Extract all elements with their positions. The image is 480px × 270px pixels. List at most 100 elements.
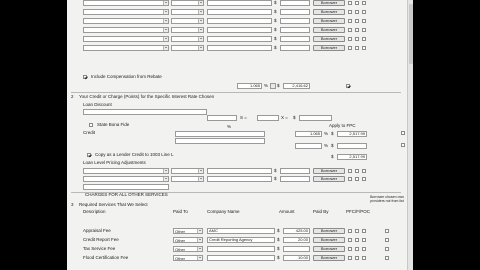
fee-description-select[interactable]	[83, 9, 169, 15]
credit-amount-field-2[interactable]	[337, 143, 367, 149]
adjustment-amount-field[interactable]	[280, 168, 310, 174]
adjustment-paid-by-button[interactable]: Borrower	[313, 176, 345, 182]
service-amount-field[interactable]: 20.00	[283, 237, 310, 243]
loan-discount-amount-field[interactable]	[299, 115, 332, 121]
f-checkbox[interactable]	[355, 28, 359, 32]
chevron-down-icon[interactable]	[163, 169, 168, 173]
pfc-checkbox[interactable]	[348, 10, 352, 14]
poc-checkbox[interactable]	[362, 46, 366, 50]
pfc-checkbox[interactable]	[348, 256, 352, 260]
pfc-checkbox[interactable]	[348, 28, 352, 32]
poc-checkbox[interactable]	[362, 247, 366, 251]
chevron-down-icon[interactable]	[163, 1, 168, 5]
rate-field[interactable]: 1.065	[237, 83, 262, 89]
paid-to-select[interactable]	[171, 45, 204, 51]
rate-amount-field[interactable]: 2,416.62	[283, 83, 310, 89]
service-company-field[interactable]: AMC	[207, 228, 275, 234]
chevron-down-icon[interactable]	[197, 229, 202, 233]
chevron-down-icon[interactable]	[163, 10, 168, 14]
vertical-scrollbar[interactable]	[407, 0, 413, 270]
amount-field[interactable]	[280, 9, 310, 15]
chevron-down-icon[interactable]	[163, 177, 168, 181]
service-amount-field[interactable]	[283, 246, 310, 252]
fee-description-select[interactable]	[83, 45, 169, 51]
credit-description-field[interactable]	[175, 131, 265, 137]
own-provider-checkbox[interactable]	[385, 256, 389, 260]
own-provider-checkbox[interactable]	[385, 238, 389, 242]
credit-apply-checkbox[interactable]	[401, 131, 405, 135]
fee-description-select[interactable]	[83, 27, 169, 33]
adjustment-paid-by-button[interactable]: Borrower	[313, 168, 345, 174]
chevron-down-icon[interactable]	[163, 19, 168, 23]
own-provider-checkbox[interactable]	[385, 247, 389, 251]
paid-to-select[interactable]	[171, 9, 204, 15]
chevron-down-icon[interactable]	[198, 19, 203, 23]
service-company-field[interactable]	[207, 246, 275, 252]
calculator-icon[interactable]	[270, 83, 276, 89]
loan-discount-value-field[interactable]	[257, 115, 279, 121]
adjustment-description-field[interactable]	[83, 184, 169, 190]
pfc-checkbox[interactable]	[348, 247, 352, 251]
credit-apply-checkbox-2[interactable]	[401, 143, 405, 147]
copy-lender-credit-checkbox[interactable]	[87, 153, 91, 157]
adjustment-description-select[interactable]	[83, 176, 169, 182]
credit-description-field-2[interactable]	[175, 138, 265, 144]
company-name-field[interactable]	[207, 18, 272, 24]
pfc-checkbox[interactable]	[348, 177, 352, 181]
f-checkbox[interactable]	[355, 10, 359, 14]
f-checkbox[interactable]	[355, 1, 359, 5]
chevron-down-icon[interactable]	[163, 46, 168, 50]
paid-to-select[interactable]	[171, 18, 204, 24]
poc-checkbox[interactable]	[362, 10, 366, 14]
service-paid-by-button[interactable]: Borrower	[313, 246, 345, 252]
paid-to-select[interactable]	[171, 0, 204, 6]
adjustment-paid-to-select[interactable]	[171, 168, 204, 174]
paid-by-button[interactable]: Borrower	[313, 27, 345, 33]
company-name-field[interactable]	[207, 0, 272, 6]
pfc-checkbox[interactable]	[348, 169, 352, 173]
lender-credit-amount-field[interactable]: 2,517.99	[337, 154, 367, 160]
fee-description-select[interactable]	[83, 0, 169, 6]
amount-field[interactable]	[280, 36, 310, 42]
paid-by-button[interactable]: Borrower	[313, 45, 345, 51]
service-company-field[interactable]: Credit Reporting Agency	[207, 237, 275, 243]
company-name-field[interactable]	[207, 36, 272, 42]
service-amount-field[interactable]: 425.00	[283, 228, 310, 234]
adjustment-paid-to-select[interactable]	[171, 176, 204, 182]
f-checkbox[interactable]	[355, 256, 359, 260]
poc-checkbox[interactable]	[362, 229, 366, 233]
company-name-field[interactable]	[207, 45, 272, 51]
f-checkbox[interactable]	[355, 169, 359, 173]
f-checkbox[interactable]	[355, 247, 359, 251]
service-paid-by-button[interactable]: Borrower	[313, 228, 345, 234]
f-checkbox[interactable]	[355, 37, 359, 41]
paid-by-button[interactable]: Borrower	[313, 0, 345, 6]
paid-by-button[interactable]: Borrower	[313, 18, 345, 24]
f-checkbox[interactable]	[355, 46, 359, 50]
chevron-down-icon[interactable]	[163, 37, 168, 41]
pfc-checkbox[interactable]	[348, 46, 352, 50]
poc-checkbox[interactable]	[362, 256, 366, 260]
chevron-down-icon[interactable]	[198, 177, 203, 181]
service-paid-by-button[interactable]: Borrower	[313, 237, 345, 243]
rate-apply-checkbox[interactable]	[346, 84, 350, 88]
paid-by-button[interactable]: Borrower	[313, 9, 345, 15]
pfc-checkbox[interactable]	[348, 229, 352, 233]
chevron-down-icon[interactable]	[198, 46, 203, 50]
scrollbar-thumb[interactable]	[409, 4, 413, 64]
include-rebate-checkbox[interactable]	[83, 75, 87, 79]
chevron-down-icon[interactable]	[197, 238, 202, 242]
fee-description-select[interactable]	[83, 36, 169, 42]
company-name-field[interactable]	[207, 9, 272, 15]
loan-discount-field[interactable]	[83, 109, 207, 115]
f-checkbox[interactable]	[355, 229, 359, 233]
pfc-checkbox[interactable]	[348, 238, 352, 242]
amount-field[interactable]	[280, 18, 310, 24]
amount-field[interactable]	[280, 27, 310, 33]
chevron-down-icon[interactable]	[198, 1, 203, 5]
fee-description-select[interactable]	[83, 18, 169, 24]
f-checkbox[interactable]	[355, 238, 359, 242]
f-checkbox[interactable]	[355, 19, 359, 23]
poc-checkbox[interactable]	[362, 19, 366, 23]
credit-pct-field-2[interactable]	[295, 143, 322, 149]
